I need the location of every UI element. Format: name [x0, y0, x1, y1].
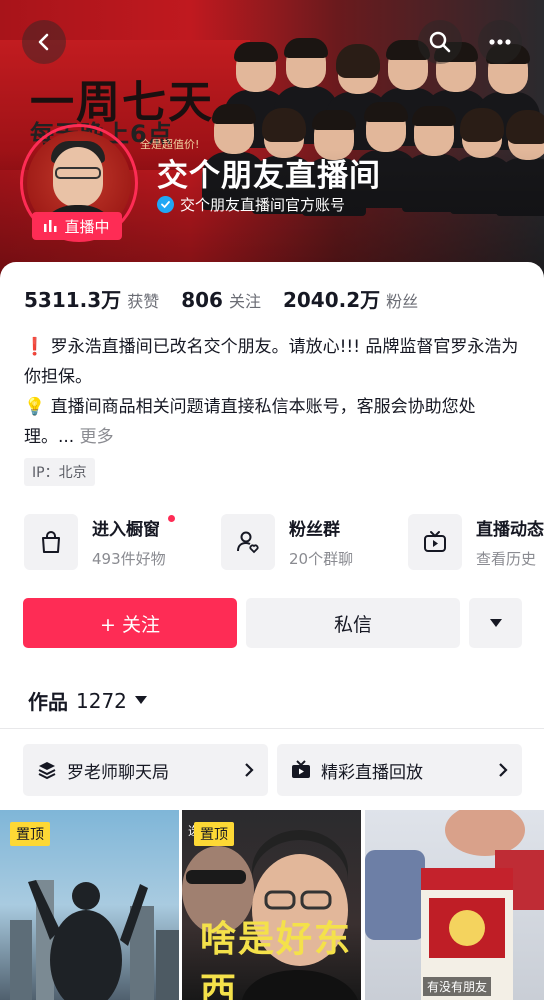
bio-more-link[interactable]: 更多 [80, 427, 114, 447]
layers-icon [38, 762, 56, 780]
ip-location-tag: IP：北京 [24, 458, 95, 486]
verified-check-icon [157, 196, 174, 213]
caret-down-icon [134, 696, 147, 704]
shortcut-showcase-title: 进入橱窗 [92, 520, 160, 540]
chevron-right-icon [245, 763, 254, 777]
likes-label: 获赞 [127, 292, 160, 311]
shortcut-row: 进入橱窗 493件好物 粉丝群 20个群聊 直播动态 查看历史 [24, 514, 544, 574]
followers-count[interactable]: 2040.2万 [283, 284, 380, 313]
search-icon [429, 31, 451, 53]
chevron-right-icon [499, 763, 508, 777]
video-grid: 置顶 选 置顶 啥是好东西 [0, 810, 544, 1000]
profile-card: 5311.3万 获赞 806 关注 2040.2万 粉丝 ❗ 罗永浩直播间已改名… [0, 262, 544, 1000]
collection-live-replay[interactable]: 精彩直播回放 [277, 744, 522, 796]
live-replay-icon [292, 760, 310, 778]
tv-icon [408, 514, 462, 570]
works-label: 作品 [28, 690, 68, 714]
pinned-badge: 置顶 [10, 822, 50, 846]
collection-chat-label: 罗老师聊天局 [67, 762, 169, 783]
video-tile[interactable]: 选 置顶 啥是好东西 [182, 810, 361, 1000]
fan-group-icon [221, 514, 275, 570]
shopping-bag-icon [24, 514, 78, 570]
followers-label[interactable]: 粉丝 [386, 288, 418, 312]
verified-row: 交个朋友直播间官方账号 [157, 194, 345, 215]
search-button[interactable] [418, 20, 462, 64]
live-badge[interactable]: 直播中 [32, 212, 122, 240]
pinned-badge: 置顶 [194, 822, 234, 846]
more-options-button[interactable] [478, 20, 522, 64]
video-tile[interactable]: 置顶 [0, 810, 179, 1000]
bio-line-2: 💡 直播间商品相关问题请直接私信本账号，客服会协助您处理。... 更多 [24, 397, 476, 447]
live-badge-label: 直播中 [64, 217, 110, 236]
live-bars-icon [44, 220, 57, 232]
action-row: + 关注 私信 [23, 598, 523, 648]
collections-row: 罗老师聊天局 精彩直播回放 [23, 744, 523, 796]
shortcut-live-sub: 查看历史 [476, 550, 537, 568]
collection-live-replay-label: 精彩直播回放 [321, 762, 423, 783]
shortcut-live-title: 直播动态 [476, 520, 544, 540]
tab-works[interactable]: 作品 1272 [28, 686, 147, 715]
collection-chat[interactable]: 罗老师聊天局 [23, 744, 268, 796]
verified-label: 交个朋友直播间官方账号 [180, 196, 346, 214]
caret-down-icon [489, 619, 502, 627]
works-count: 1272 [76, 688, 127, 713]
bio: ❗ 罗永浩直播间已改名交个朋友。请放心!!! 品牌监督官罗永浩为你担保。 💡 直… [24, 332, 524, 452]
following-count[interactable]: 806 [181, 288, 223, 312]
recommend-dropdown-button[interactable] [469, 598, 522, 648]
profile-name: 交个朋友直播间 [157, 158, 381, 194]
video-title-overlay: 啥是好东西 [200, 919, 353, 1000]
bio-line-1: ❗ 罗永浩直播间已改名交个朋友。请放心!!! 品牌监督官罗永浩为你担保。 [24, 337, 519, 387]
shortcut-showcase[interactable]: 进入橱窗 493件好物 [24, 514, 175, 570]
video-caption: 有没有朋友 [423, 977, 492, 996]
stats-row: 5311.3万 获赞 806 关注 2040.2万 粉丝 [24, 284, 440, 313]
more-dots-icon [489, 39, 511, 45]
notification-dot [167, 515, 175, 522]
shortcut-fan-group[interactable]: 粉丝群 20个群聊 [221, 514, 353, 570]
chevron-left-icon [38, 33, 49, 51]
video-thumbnail [365, 810, 544, 1000]
shortcut-fan-group-sub: 20个群聊 [289, 550, 354, 568]
shortcut-live-updates[interactable]: 直播动态 查看历史 [408, 514, 544, 570]
shortcut-fan-group-title: 粉丝群 [289, 520, 340, 540]
back-button[interactable] [22, 20, 66, 64]
shortcut-showcase-sub: 493件好物 [92, 550, 166, 568]
likes-count: 5311.3万 [24, 288, 122, 312]
message-button[interactable]: 私信 [246, 598, 460, 648]
follow-button[interactable]: + 关注 [23, 598, 237, 648]
video-tile[interactable]: 有没有朋友 [365, 810, 544, 1000]
following-label[interactable]: 关注 [229, 288, 261, 312]
